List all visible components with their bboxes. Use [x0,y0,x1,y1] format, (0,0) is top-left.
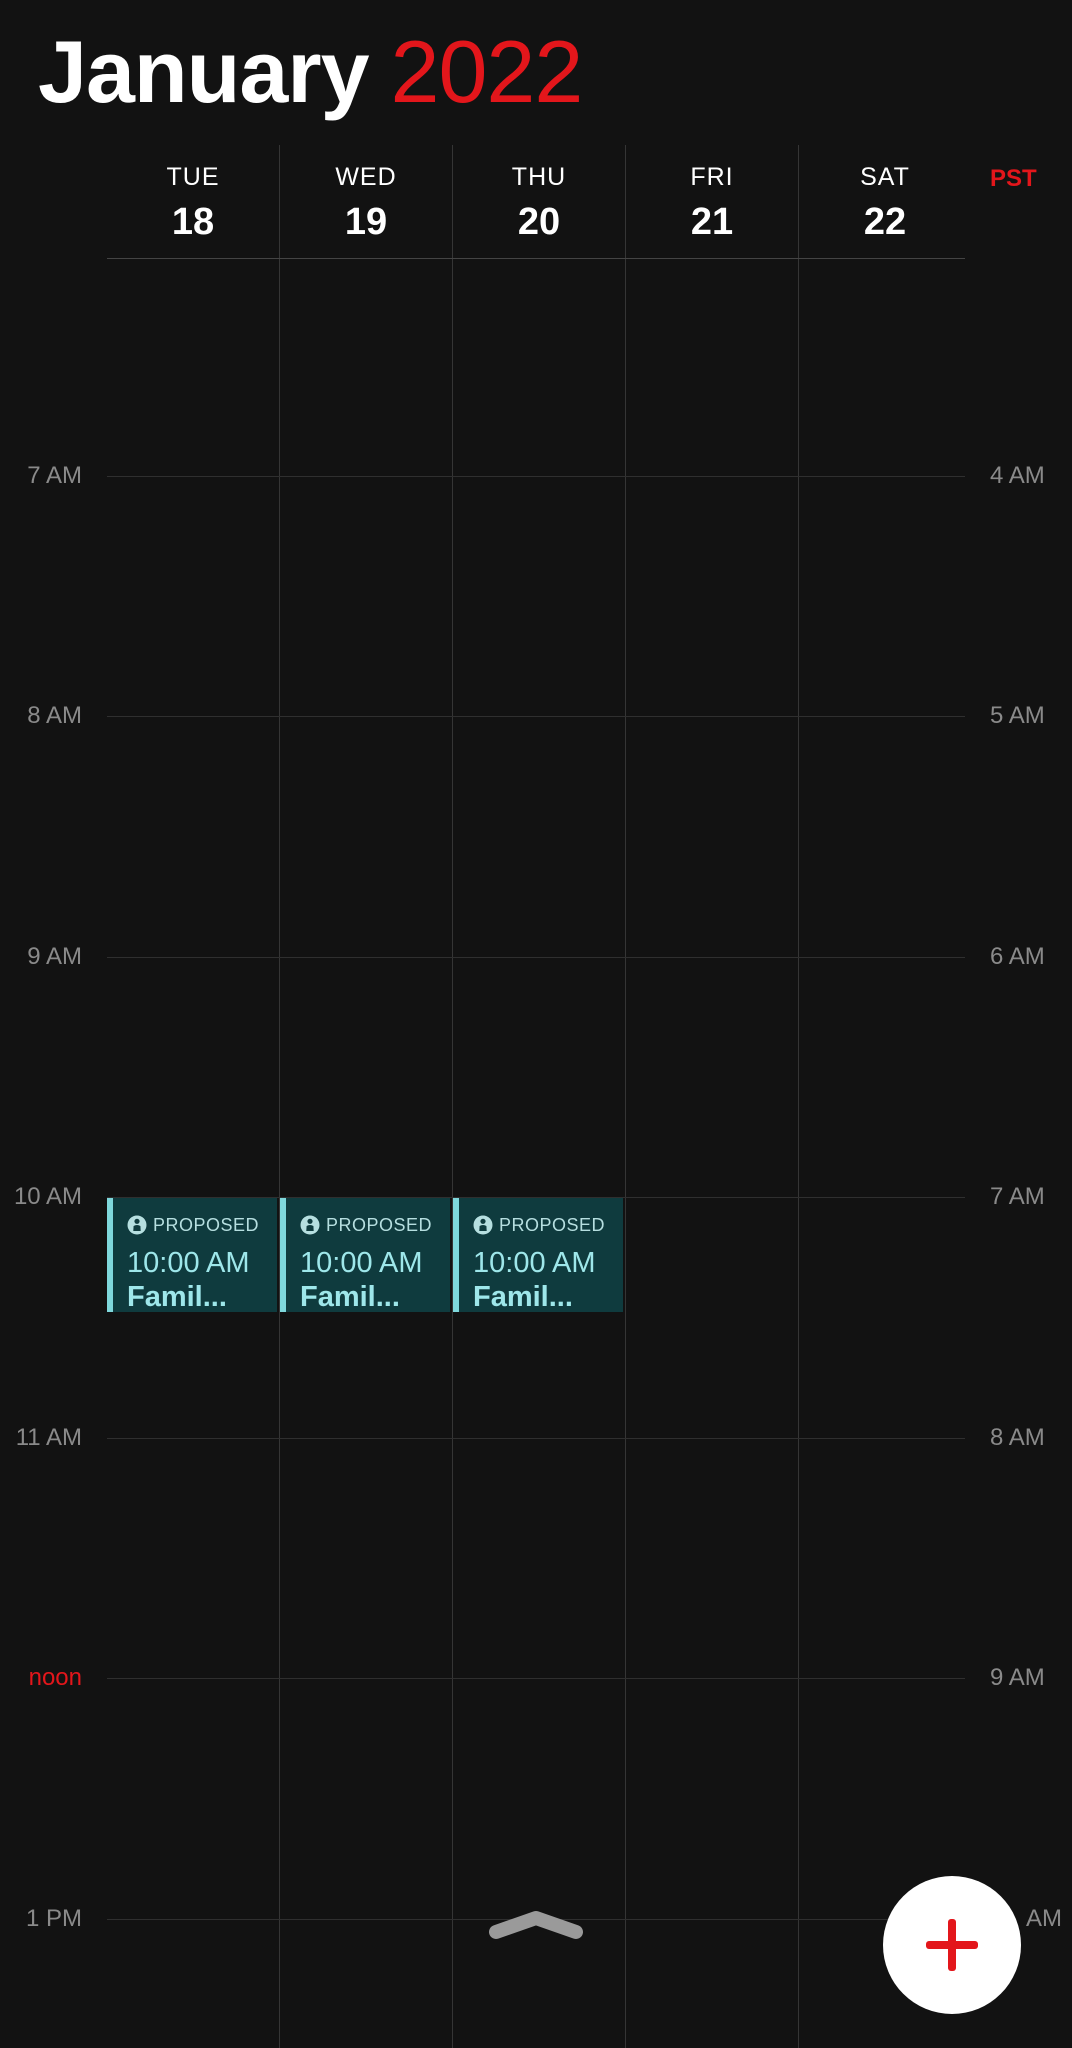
page-title: January 2022 [38,28,583,116]
person-circle-icon [300,1215,320,1235]
day-number: 18 [171,201,215,243]
event-status: PROPOSED [127,1214,277,1236]
column-divider [625,145,626,2048]
event-time: 10:00 AM [473,1247,596,1279]
secondary-time-label: 6 AM [990,943,1045,970]
day-of-week: SAT [860,163,910,191]
day-of-week: FRI [690,163,734,191]
day-of-week: TUE [166,163,220,191]
day-number: 19 [344,201,388,243]
year-label: 2022 [390,22,584,121]
event-status: PROPOSED [300,1214,450,1236]
secondary-time-label: 7 AM [990,1183,1045,1210]
month-label: January [38,22,370,121]
event-status-label: PROPOSED [499,1215,606,1235]
column-divider [279,145,280,2048]
column-divider [798,145,799,2048]
secondary-time-label: 9 AM [990,1664,1045,1691]
event-status-label: PROPOSED [153,1215,260,1235]
day-header-fri[interactable]: FRI 21 [626,162,798,246]
event-title: Famil... [127,1281,227,1312]
event-block-tue[interactable]: PROPOSED 10:00 AM Famil... [107,1198,277,1312]
person-circle-icon [127,1215,147,1235]
timezone-label[interactable]: PST [990,164,1037,194]
event-status-label: PROPOSED [326,1215,433,1235]
event-block-thu[interactable]: PROPOSED 10:00 AM Famil... [453,1198,623,1312]
column-divider [452,145,453,2048]
day-of-week: WED [335,163,397,191]
time-label-noon: noon [28,1664,82,1691]
secondary-time-label: 5 AM [990,702,1045,729]
hour-line [107,476,965,477]
time-label: 8 AM [27,702,82,729]
hour-line [107,957,965,958]
add-event-button[interactable] [883,1876,1021,2014]
day-of-week: THU [511,163,567,191]
event-status: PROPOSED [473,1214,623,1236]
header-divider [107,258,965,259]
day-header-wed[interactable]: WED 19 [280,162,452,246]
day-header-thu[interactable]: THU 20 [453,162,625,246]
day-number: 20 [517,201,561,243]
day-number: 22 [863,201,907,243]
event-title: Famil... [300,1281,400,1312]
event-time: 10:00 AM [300,1247,423,1279]
secondary-time-label: 8 AM [990,1424,1045,1451]
time-label: 7 AM [27,462,82,489]
chevron-up-icon[interactable] [488,1910,584,1950]
time-label: 1 PM [25,1905,82,1932]
day-header-tue[interactable]: TUE 18 [107,162,279,246]
day-header-sat[interactable]: SAT 22 [799,162,971,246]
hour-line [107,1438,965,1439]
plus-icon [926,1919,978,1971]
secondary-time-label: 4 AM [990,462,1045,489]
event-block-wed[interactable]: PROPOSED 10:00 AM Famil... [280,1198,450,1312]
time-label: 9 AM [27,943,82,970]
hour-line [107,716,965,717]
event-time: 10:00 AM [127,1247,250,1279]
hour-line [107,1678,965,1679]
time-label: 10 AM [13,1183,82,1210]
secondary-time-label: AM [1026,1905,1062,1932]
person-circle-icon [473,1215,493,1235]
event-title: Famil... [473,1281,573,1312]
time-label: 11 AM [15,1424,82,1451]
day-number: 21 [690,201,734,243]
